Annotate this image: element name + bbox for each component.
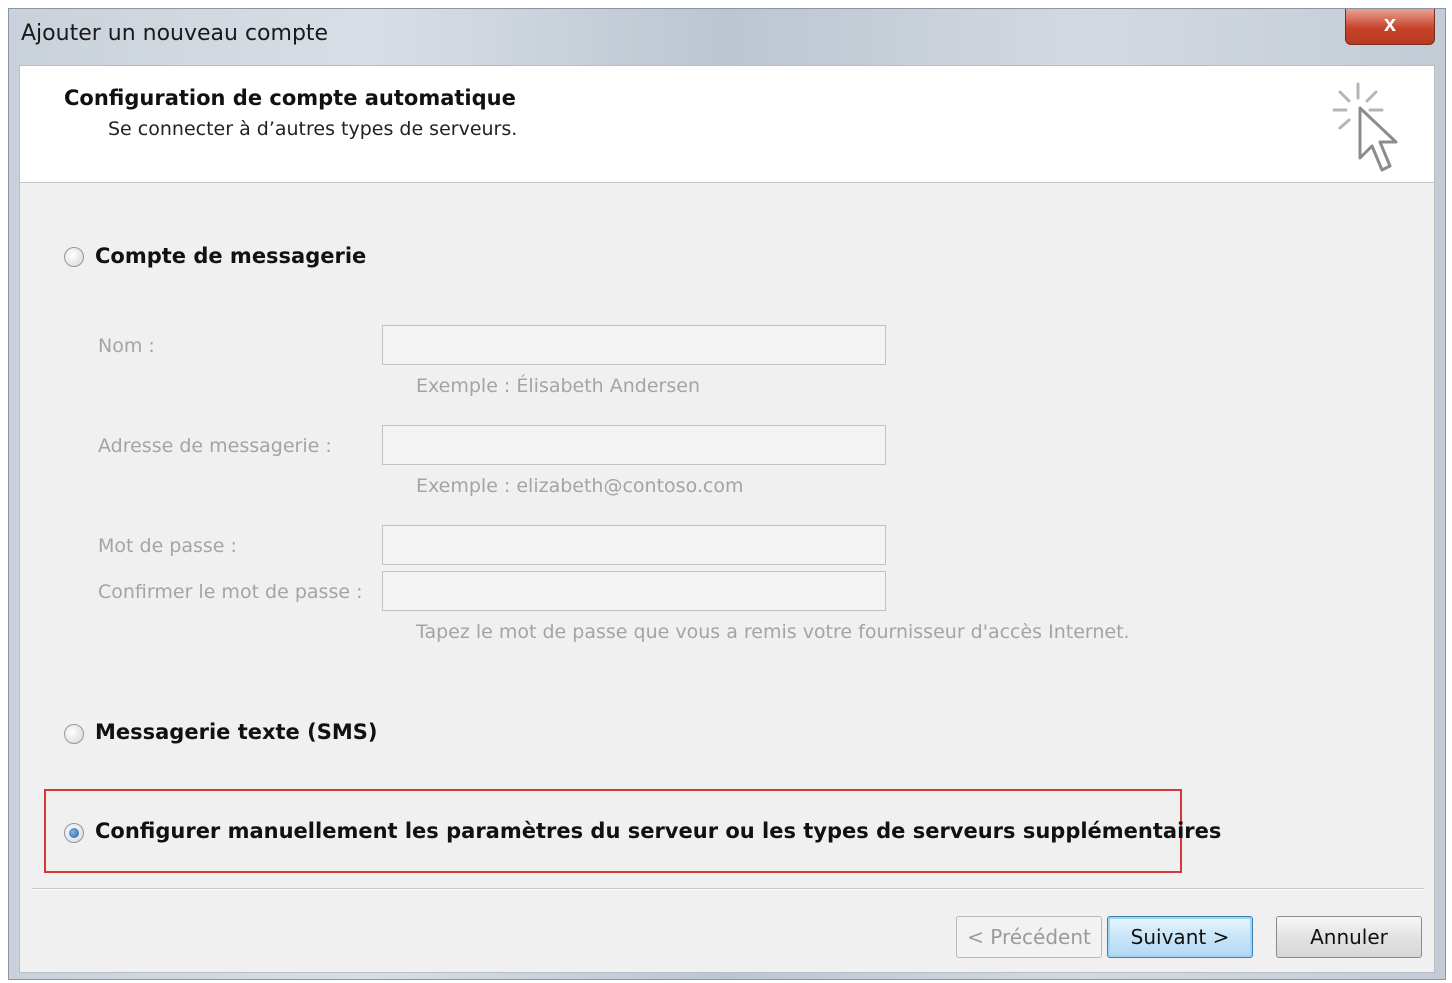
name-label: Nom : bbox=[98, 335, 155, 357]
confirm-password-label: Confirmer le mot de passe : bbox=[98, 581, 363, 603]
header-panel: Configuration de compte automatique Se c… bbox=[19, 65, 1435, 183]
email-field[interactable] bbox=[382, 425, 886, 465]
cancel-button[interactable]: Annuler bbox=[1276, 916, 1422, 958]
password-field[interactable] bbox=[382, 525, 886, 565]
page-subtitle: Se connecter à d’autres types de serveur… bbox=[108, 118, 518, 140]
next-button[interactable]: Suivant > bbox=[1107, 916, 1253, 958]
window-title: Ajouter un nouveau compte bbox=[21, 21, 329, 46]
name-field[interactable] bbox=[382, 325, 886, 365]
email-label: Adresse de messagerie : bbox=[98, 435, 332, 457]
page-title: Configuration de compte automatique bbox=[64, 86, 516, 110]
close-button[interactable]: x bbox=[1345, 9, 1435, 45]
manual-config-label[interactable]: Configurer manuellement les paramètres d… bbox=[95, 819, 1221, 843]
add-account-dialog: Ajouter un nouveau compte x Configuratio… bbox=[8, 8, 1446, 980]
password-hint: Tapez le mot de passe que vous a remis v… bbox=[416, 621, 1130, 643]
title-bar[interactable]: Ajouter un nouveau compte x bbox=[9, 9, 1445, 65]
email-hint: Exemple : elizabeth@contoso.com bbox=[416, 475, 744, 497]
email-account-radio[interactable] bbox=[64, 247, 84, 267]
cursor-sparkle-icon bbox=[1332, 82, 1398, 172]
sms-radio[interactable] bbox=[64, 724, 84, 744]
email-account-label[interactable]: Compte de messagerie bbox=[95, 244, 366, 268]
close-icon: x bbox=[1383, 11, 1397, 36]
manual-config-radio[interactable] bbox=[64, 823, 84, 843]
sms-label[interactable]: Messagerie texte (SMS) bbox=[95, 720, 377, 744]
dialog-content: Compte de messagerie Nom : Exemple : Éli… bbox=[19, 183, 1435, 973]
previous-button[interactable]: < Précédent bbox=[956, 916, 1102, 958]
confirm-password-field[interactable] bbox=[382, 571, 886, 611]
name-hint: Exemple : Élisabeth Andersen bbox=[416, 375, 700, 397]
password-label: Mot de passe : bbox=[98, 535, 237, 557]
footer-divider bbox=[32, 888, 1424, 890]
